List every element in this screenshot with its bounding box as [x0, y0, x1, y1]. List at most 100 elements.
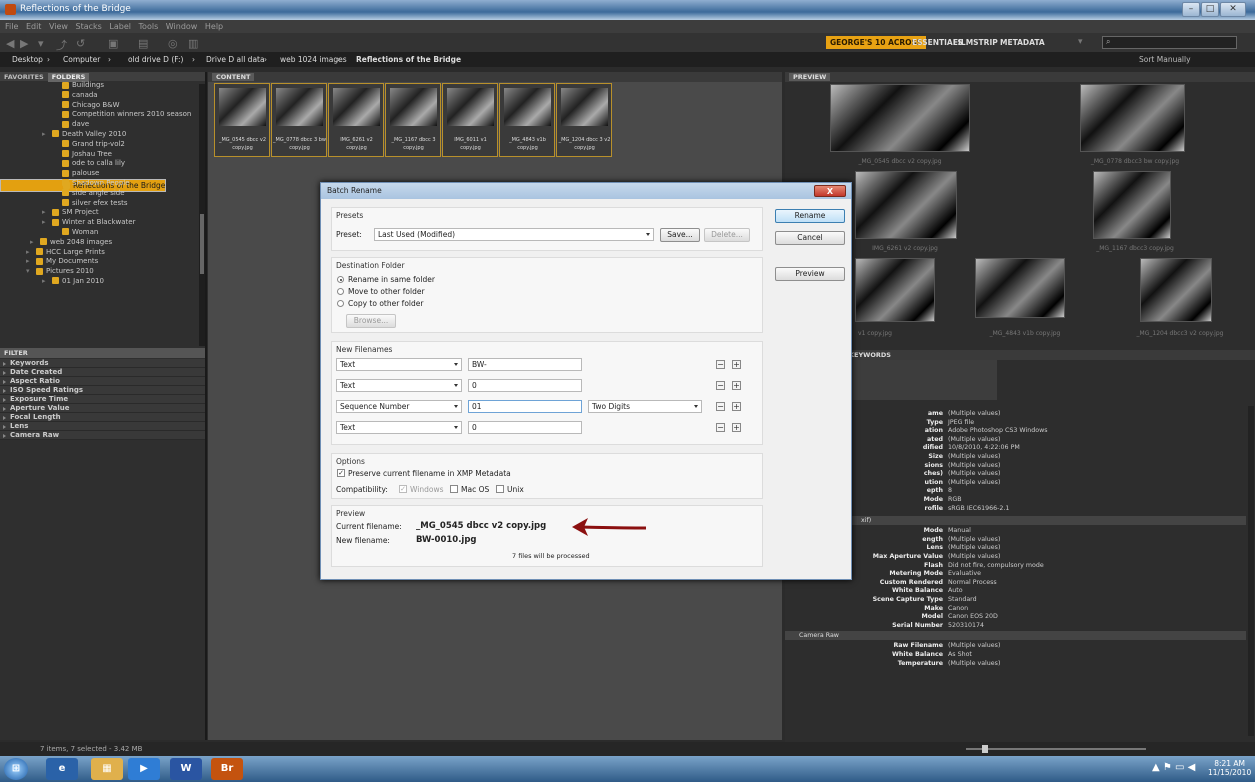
preview-image[interactable]	[975, 258, 1065, 318]
metadata-scrollbar[interactable]	[1248, 406, 1254, 736]
rotate-icon[interactable]: ↺	[76, 37, 85, 50]
filename-value-input[interactable]: 0	[468, 421, 582, 434]
folder-scrollbar[interactable]	[199, 84, 205, 346]
rename-button[interactable]: Rename	[775, 209, 845, 223]
remove-row-button[interactable]: −	[716, 402, 725, 411]
filter-panel-header[interactable]: FILTER	[0, 348, 205, 358]
save-preset-button[interactable]: Save...	[660, 228, 700, 242]
folder-item[interactable]: Joshau Tree	[0, 150, 200, 160]
filter-category[interactable]: Lens	[0, 422, 205, 431]
close-window-button[interactable]: ✕	[1220, 2, 1246, 17]
folder-item[interactable]: dave	[0, 120, 200, 130]
folder-item[interactable]: Chicago B&W	[0, 101, 200, 111]
filename-value-input[interactable]: 0	[468, 379, 582, 392]
folder-item[interactable]: palouse	[0, 169, 200, 179]
search-input[interactable]: ⌕	[1102, 36, 1237, 49]
windows-checkbox[interactable]: ✓	[399, 485, 407, 493]
menu-help[interactable]: Help	[205, 22, 223, 31]
breadcrumb-drive[interactable]: old drive D (F:)	[128, 55, 183, 64]
menu-label[interactable]: Label	[109, 22, 131, 31]
filename-type-select[interactable]: Text	[336, 358, 462, 371]
folder-item[interactable]: ▸ HCC Large Prints	[0, 248, 200, 258]
thumbnail[interactable]: _MG_4843 v1b copy.jpg	[499, 83, 555, 157]
preview-image[interactable]	[855, 171, 957, 239]
maximize-button[interactable]: □	[1201, 2, 1219, 17]
minimize-button[interactable]: –	[1182, 2, 1200, 17]
preset-select[interactable]: Last Used (Modified)	[374, 228, 654, 241]
folder-item[interactable]: ▸ Winter at Blackwater	[0, 218, 200, 228]
filter-category[interactable]: Focal Length	[0, 413, 205, 422]
folder-item[interactable]: silver efex tests	[0, 199, 200, 209]
ie-icon[interactable]: e	[46, 758, 78, 780]
move-folder-radio[interactable]	[337, 288, 344, 295]
folder-item[interactable]: ▸ My Documents	[0, 257, 200, 267]
expand-arrow-icon[interactable]: ▸	[42, 277, 46, 287]
filter-category[interactable]: Date Created	[0, 368, 205, 377]
recent-icon[interactable]: ▾	[38, 37, 44, 50]
thumbnail[interactable]: IMG_6011 v1 copy.jpg	[442, 83, 498, 157]
folder-item[interactable]: ▸ web 2048 images	[0, 238, 200, 248]
filename-type-select[interactable]: Text	[336, 379, 462, 392]
preview-image[interactable]	[1080, 84, 1185, 152]
rename-same-folder-radio[interactable]	[337, 276, 344, 283]
thumbnail-size-slider[interactable]	[966, 745, 1146, 753]
preview-image[interactable]	[1140, 258, 1212, 322]
refine-icon[interactable]: ▤	[138, 37, 148, 50]
preview-image[interactable]	[855, 258, 935, 322]
copy-folder-radio[interactable]	[337, 300, 344, 307]
remove-row-button[interactable]: −	[716, 360, 725, 369]
digits-select[interactable]: Two Digits	[588, 400, 702, 413]
filter-category[interactable]: Aspect Ratio	[0, 377, 205, 386]
add-row-button[interactable]: +	[732, 360, 741, 369]
menu-window[interactable]: Window	[166, 22, 198, 31]
filter-category[interactable]: ISO Speed Ratings	[0, 386, 205, 395]
folder-item[interactable]: Grand trip-vol2	[0, 140, 200, 150]
expand-arrow-icon[interactable]: ▸	[26, 257, 30, 267]
camera-raw-section-header[interactable]: Camera Raw	[785, 631, 1246, 641]
dialog-close-button[interactable]: X	[814, 185, 846, 197]
folder-item[interactable]: Buildings	[0, 81, 200, 91]
filename-value-input[interactable]: 01	[468, 400, 582, 413]
thumbnail[interactable]: _MG_0545 dbcc v2 copy.jpg	[214, 83, 270, 157]
thumbnail[interactable]: _MG_0778 dbcc 3 bw copy.jpg	[271, 83, 327, 157]
add-row-button[interactable]: +	[732, 402, 741, 411]
remove-row-button[interactable]: −	[716, 381, 725, 390]
filter-category[interactable]: Keywords	[0, 359, 205, 368]
media-player-icon[interactable]: ▶	[128, 758, 160, 780]
filename-type-select[interactable]: Sequence Number	[336, 400, 462, 413]
browse-button[interactable]: Browse...	[346, 314, 396, 328]
preserve-filename-checkbox[interactable]: ✓	[337, 469, 345, 477]
folder-item[interactable]: Woman	[0, 228, 200, 238]
expand-arrow-icon[interactable]: ▸	[42, 218, 46, 228]
folder-item[interactable]: side angle side	[0, 189, 200, 199]
expand-arrow-icon[interactable]: ▸	[30, 238, 34, 248]
breadcrumb-drive-d-all-data[interactable]: Drive D all data	[206, 55, 265, 64]
filter-category[interactable]: Aperture Value	[0, 404, 205, 413]
bridge-taskbar-icon[interactable]: Br	[211, 758, 243, 780]
start-button[interactable]: ⊞	[4, 758, 28, 780]
workspace-metadata[interactable]: METADATA	[996, 36, 1049, 49]
breadcrumb-current-folder[interactable]: Reflections of the Bridge	[356, 55, 461, 64]
breadcrumb-computer[interactable]: Computer	[63, 55, 100, 64]
folder-item[interactable]: canada	[0, 91, 200, 101]
expand-arrow-icon[interactable]: ▸	[26, 248, 30, 258]
menu-view[interactable]: View	[49, 22, 68, 31]
add-row-button[interactable]: +	[732, 423, 741, 432]
tray-icons[interactable]: ▲ ⚑ ▭ ◀	[1152, 762, 1195, 773]
folder-item[interactable]: ▸ Death Valley 2010	[0, 130, 200, 140]
workspace-filmstrip[interactable]: FILMSTRIP	[949, 36, 1002, 49]
filter-category[interactable]: Exposure Time	[0, 395, 205, 404]
folder-item[interactable]: ▾ Pictures 2010	[0, 267, 200, 277]
expand-arrow-icon[interactable]: ▸	[42, 130, 46, 140]
unix-checkbox[interactable]	[496, 485, 504, 493]
clock[interactable]: 8:21 AM 11/15/2010	[1208, 759, 1251, 777]
back-icon[interactable]: ◀	[6, 37, 14, 50]
add-row-button[interactable]: +	[732, 381, 741, 390]
preview-button[interactable]: Preview	[775, 267, 845, 281]
sort-dropdown[interactable]: Sort Manually	[1139, 55, 1191, 64]
forward-icon[interactable]: ▶	[20, 37, 28, 50]
explorer-icon[interactable]: ▦	[91, 758, 123, 780]
word-icon[interactable]: W	[170, 758, 202, 780]
thumbnail[interactable]: _MG_1204 dbcc 3 v2 copy.jpg	[556, 83, 612, 157]
expand-arrow-icon[interactable]: ▸	[42, 208, 46, 218]
